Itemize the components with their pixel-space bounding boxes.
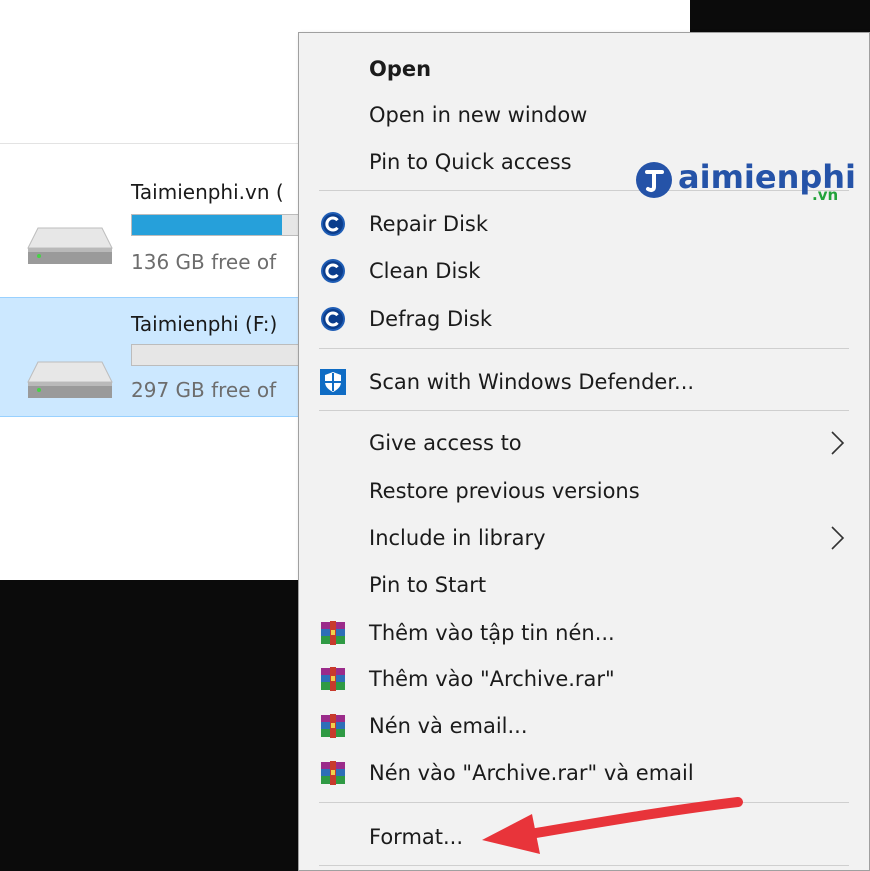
drive-name: Taimienphi.vn ( bbox=[131, 180, 284, 204]
menu-item-scan-defender[interactable]: Scan with Windows Defender... bbox=[299, 360, 869, 404]
desktop-background-top bbox=[690, 0, 870, 34]
menu-item-label: Thêm vào tập tin nén... bbox=[369, 621, 615, 645]
desktop-background-bottom bbox=[0, 580, 300, 871]
drive-free-space: 297 GB free of bbox=[131, 378, 277, 402]
drive-usage-bar bbox=[131, 344, 300, 366]
drive-item-taimienphi-f[interactable]: Taimienphi (F:) 297 GB free of bbox=[0, 297, 300, 417]
drive-usage-bar bbox=[131, 214, 300, 236]
menu-item-label: Include in library bbox=[369, 526, 546, 550]
drive-usage-fill bbox=[132, 215, 283, 235]
menu-item-label: Restore previous versions bbox=[369, 479, 640, 503]
drive-name: Taimienphi (F:) bbox=[131, 312, 278, 336]
menu-item-label: Nén vào "Archive.rar" và email bbox=[369, 761, 694, 785]
hard-drive-icon bbox=[27, 361, 113, 398]
menu-item-label: Pin to Quick access bbox=[369, 150, 572, 174]
menu-item-label: Repair Disk bbox=[369, 212, 489, 236]
taimienphi-logo: aimienphi .vn bbox=[634, 158, 856, 206]
menu-item-open[interactable]: Open bbox=[299, 47, 869, 91]
menu-item-pin-start[interactable]: Pin to Start bbox=[299, 563, 869, 607]
menu-item-winrar-compress-email[interactable]: Nén và email... bbox=[299, 704, 869, 748]
menu-item-restore-versions[interactable]: Restore previous versions bbox=[299, 469, 869, 513]
taimienphi-logo-icon bbox=[636, 162, 672, 198]
ccleaner-icon bbox=[321, 307, 345, 331]
annotation-arrow bbox=[482, 797, 743, 854]
drive-item-taimienphi-vn[interactable]: Taimienphi.vn ( 136 GB free of bbox=[0, 172, 300, 290]
winrar-icon bbox=[321, 621, 345, 645]
menu-item-open-new-window[interactable]: Open in new window bbox=[299, 93, 869, 137]
menu-item-defrag-disk[interactable]: Defrag Disk bbox=[299, 297, 869, 341]
menu-item-label: Defrag Disk bbox=[369, 307, 493, 331]
ccleaner-icon bbox=[321, 212, 345, 236]
windows-defender-icon bbox=[320, 369, 346, 395]
menu-item-winrar-add-archive-rar[interactable]: Thêm vào "Archive.rar" bbox=[299, 657, 869, 701]
menu-separator bbox=[319, 348, 849, 349]
menu-item-label: Open bbox=[369, 57, 432, 81]
menu-item-give-access[interactable]: Give access to bbox=[299, 421, 869, 465]
menu-item-label: Format... bbox=[369, 825, 464, 849]
menu-item-label: Open in new window bbox=[369, 103, 588, 127]
logo-domain-text: .vn bbox=[812, 186, 839, 204]
chevron-right-icon bbox=[831, 526, 845, 550]
menu-item-include-library[interactable]: Include in library bbox=[299, 516, 869, 560]
drive-free-space: 136 GB free of bbox=[131, 250, 277, 274]
hard-drive-icon bbox=[27, 227, 113, 264]
menu-item-label: Give access to bbox=[369, 431, 522, 455]
ccleaner-icon bbox=[321, 259, 345, 283]
winrar-icon bbox=[321, 667, 345, 691]
menu-item-label: Scan with Windows Defender... bbox=[369, 370, 695, 394]
chevron-right-icon bbox=[831, 431, 845, 455]
menu-item-winrar-add-archive[interactable]: Thêm vào tập tin nén... bbox=[299, 611, 869, 655]
menu-item-clean-disk[interactable]: Clean Disk bbox=[299, 249, 869, 293]
section-divider bbox=[0, 143, 300, 144]
menu-item-label: Nén và email... bbox=[369, 714, 528, 738]
menu-item-label: Thêm vào "Archive.rar" bbox=[369, 667, 615, 691]
explorer-pane: Taimienphi.vn ( 136 GB free of Taimienph… bbox=[0, 0, 300, 580]
winrar-icon bbox=[321, 761, 345, 785]
winrar-icon bbox=[321, 714, 345, 738]
menu-item-label: Pin to Start bbox=[369, 573, 487, 597]
menu-item-repair-disk[interactable]: Repair Disk bbox=[299, 202, 869, 246]
menu-separator bbox=[319, 410, 849, 411]
menu-item-label: Clean Disk bbox=[369, 259, 481, 283]
